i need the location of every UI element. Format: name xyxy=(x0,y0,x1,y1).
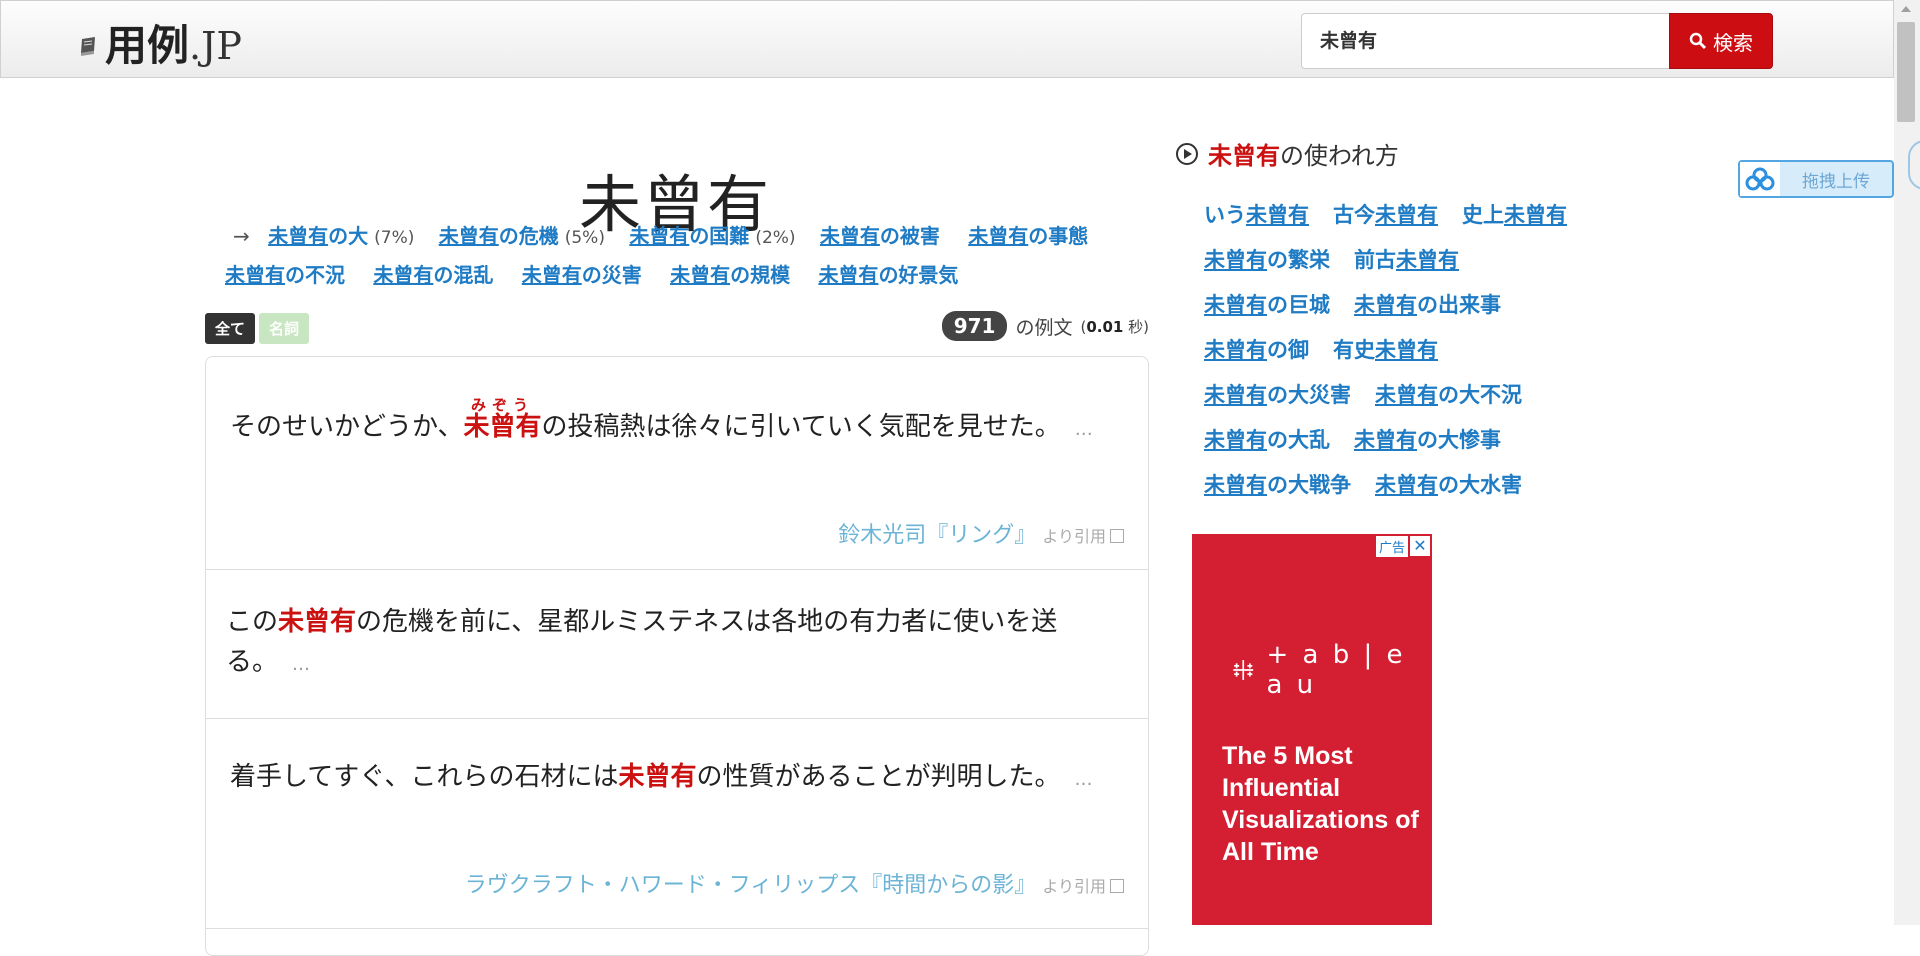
play-icon xyxy=(1176,142,1198,165)
search-button-label: 検索 xyxy=(1713,30,1753,55)
example-item: この未曾有の危機を前に、星都ルミステネスは各地の有力者に使いを送る。… xyxy=(206,570,1148,719)
usage-heading: 未曾有の使われ方 xyxy=(1176,136,1399,171)
more-link[interactable]: … xyxy=(1075,419,1093,440)
related-link[interactable]: 未曾有の危機 xyxy=(439,224,559,248)
count-label: の例文 xyxy=(1015,316,1073,339)
related-percent: (2%) xyxy=(755,228,796,248)
related-link[interactable]: 未曾有の被害 xyxy=(820,224,940,248)
usage-link[interactable]: 未曾有の出来事 xyxy=(1354,286,1501,331)
citation[interactable]: 鈴木光司『リング』 より引用 xyxy=(838,517,1124,549)
usage-link[interactable]: 未曾有の大乱 xyxy=(1204,421,1330,466)
ad-headline: The 5 Most Influential Visualizations of… xyxy=(1222,742,1419,866)
related-link[interactable]: 未曾有の混乱 xyxy=(373,263,493,287)
example-text: この未曾有の危機を前に、星都ルミステネスは各地の有力者に使いを送る。… xyxy=(226,607,1058,677)
related-percent: (7%) xyxy=(374,228,415,248)
filter-tags: 全て 名詞 xyxy=(205,313,310,344)
ruby-reading: みぞう xyxy=(470,396,534,414)
filter-noun-button[interactable]: 名詞 xyxy=(259,313,310,344)
usage-link[interactable]: 未曾有の大不況 xyxy=(1375,376,1522,421)
related-link[interactable]: 未曾有の事態 xyxy=(968,224,1088,248)
upload-label: 拖拽上传 xyxy=(1802,171,1870,192)
usage-link[interactable]: 史上未曾有 xyxy=(1462,196,1567,241)
usage-link[interactable]: 未曾有の御 xyxy=(1204,331,1309,376)
keyword-highlight: 未曾有 xyxy=(618,762,697,792)
usage-link[interactable]: 未曾有の巨城 xyxy=(1204,286,1330,331)
related-link[interactable]: 未曾有の好景気 xyxy=(818,263,958,287)
related-link[interactable]: 未曾有の規模 xyxy=(670,263,790,287)
usage-link[interactable]: 前古未曾有 xyxy=(1354,241,1459,286)
usage-link[interactable]: 未曾有の大水害 xyxy=(1375,466,1522,511)
upload-widget[interactable]: 拖拽上传 xyxy=(1738,160,1894,198)
book-icon xyxy=(81,37,95,56)
example-text: そのせいかどうか、 みぞう 未曾有の投稿熱は徐々に引いていく気配を見せた。… xyxy=(230,396,1110,450)
related-phrases: → 未曾有の大 (7%) 未曾有の危機 (5%) 未曾有の国難 (2%) 未曾有の被害… xyxy=(225,218,1155,294)
example-text: 着手してすぐ、これらの石材には未曾有の性質があることが判明した。… xyxy=(230,762,1093,792)
search-time: (0.01 秒) xyxy=(1080,317,1149,336)
example-item: そのせいかどうか、 みぞう 未曾有の投稿熱は徐々に引いていく気配を見せた。… 鈴木光… xyxy=(206,357,1148,570)
search-input[interactable]: 未曾有 xyxy=(1301,13,1671,69)
search-button[interactable]: 検索 xyxy=(1669,13,1773,69)
filter-all-button[interactable]: 全て xyxy=(205,313,256,344)
result-count: 971 の例文 (0.01 秒) xyxy=(941,311,1149,341)
cloud-icon xyxy=(1740,162,1780,196)
citation[interactable]: ラヴクラフト・ハワード・フィリップス『時間からの影』 より引用 xyxy=(465,867,1124,899)
usage-link[interactable]: 未曾有の大戦争 xyxy=(1204,466,1351,511)
keyword-highlight: 未曾有 xyxy=(278,607,357,637)
related-link[interactable]: 未曾有の国難 xyxy=(629,224,749,248)
close-icon[interactable]: ✕ xyxy=(1410,536,1430,556)
logo-text: 用例 xyxy=(105,21,190,70)
usage-link[interactable]: 古今未曾有 xyxy=(1333,196,1438,241)
search-icon xyxy=(1689,32,1707,50)
usage-link[interactable]: 未曾有の大惨事 xyxy=(1354,421,1501,466)
external-link-icon xyxy=(1110,879,1124,893)
scroll-up-arrow-icon[interactable] xyxy=(1901,6,1911,12)
more-link[interactable]: … xyxy=(1074,769,1092,790)
usage-list: いう未曾有 古今未曾有 史上未曾有 未曾有の繁栄 前古未曾有 未曾有の巨城 未曾… xyxy=(1204,196,1624,511)
usage-link[interactable]: 未曾有の大災害 xyxy=(1204,376,1351,421)
usage-link[interactable]: いう未曾有 xyxy=(1204,196,1309,241)
example-item: 着手してすぐ、これらの石材には未曾有の性質があることが判明した。… ラヴクラフト… xyxy=(206,719,1148,929)
more-link[interactable]: … xyxy=(292,654,310,675)
usage-link[interactable]: 未曾有の繁栄 xyxy=(1204,241,1330,286)
advertisement[interactable]: 广告 ✕ + a b | e a u The 5 Most Influentia… xyxy=(1192,534,1432,925)
ad-brand: + a b | e a u xyxy=(1230,640,1432,700)
site-logo[interactable]: 用例 .JP xyxy=(77,19,242,69)
arrow-icon: → xyxy=(233,224,250,248)
related-link[interactable]: 未曾有の不況 xyxy=(225,263,345,287)
logo-suffix: .JP xyxy=(189,24,242,68)
scrollbar-thumb[interactable] xyxy=(1897,22,1915,122)
count-badge: 971 xyxy=(941,311,1008,341)
top-bar: 用例 .JP 未曾有 検索 xyxy=(0,0,1894,78)
related-link[interactable]: 未曾有の災害 xyxy=(522,263,642,287)
example-list: そのせいかどうか、 みぞう 未曾有の投稿熱は徐々に引いていく気配を見せた。… 鈴木光… xyxy=(205,356,1149,956)
tableau-logo-icon xyxy=(1233,660,1254,680)
related-percent: (5%) xyxy=(564,228,605,248)
usage-link[interactable]: 有史未曾有 xyxy=(1333,331,1438,376)
scrollbar[interactable] xyxy=(1894,0,1920,925)
external-link-icon xyxy=(1110,529,1124,543)
related-link[interactable]: 未曾有の大 xyxy=(268,224,368,248)
ad-badge: 广告 xyxy=(1375,536,1408,557)
